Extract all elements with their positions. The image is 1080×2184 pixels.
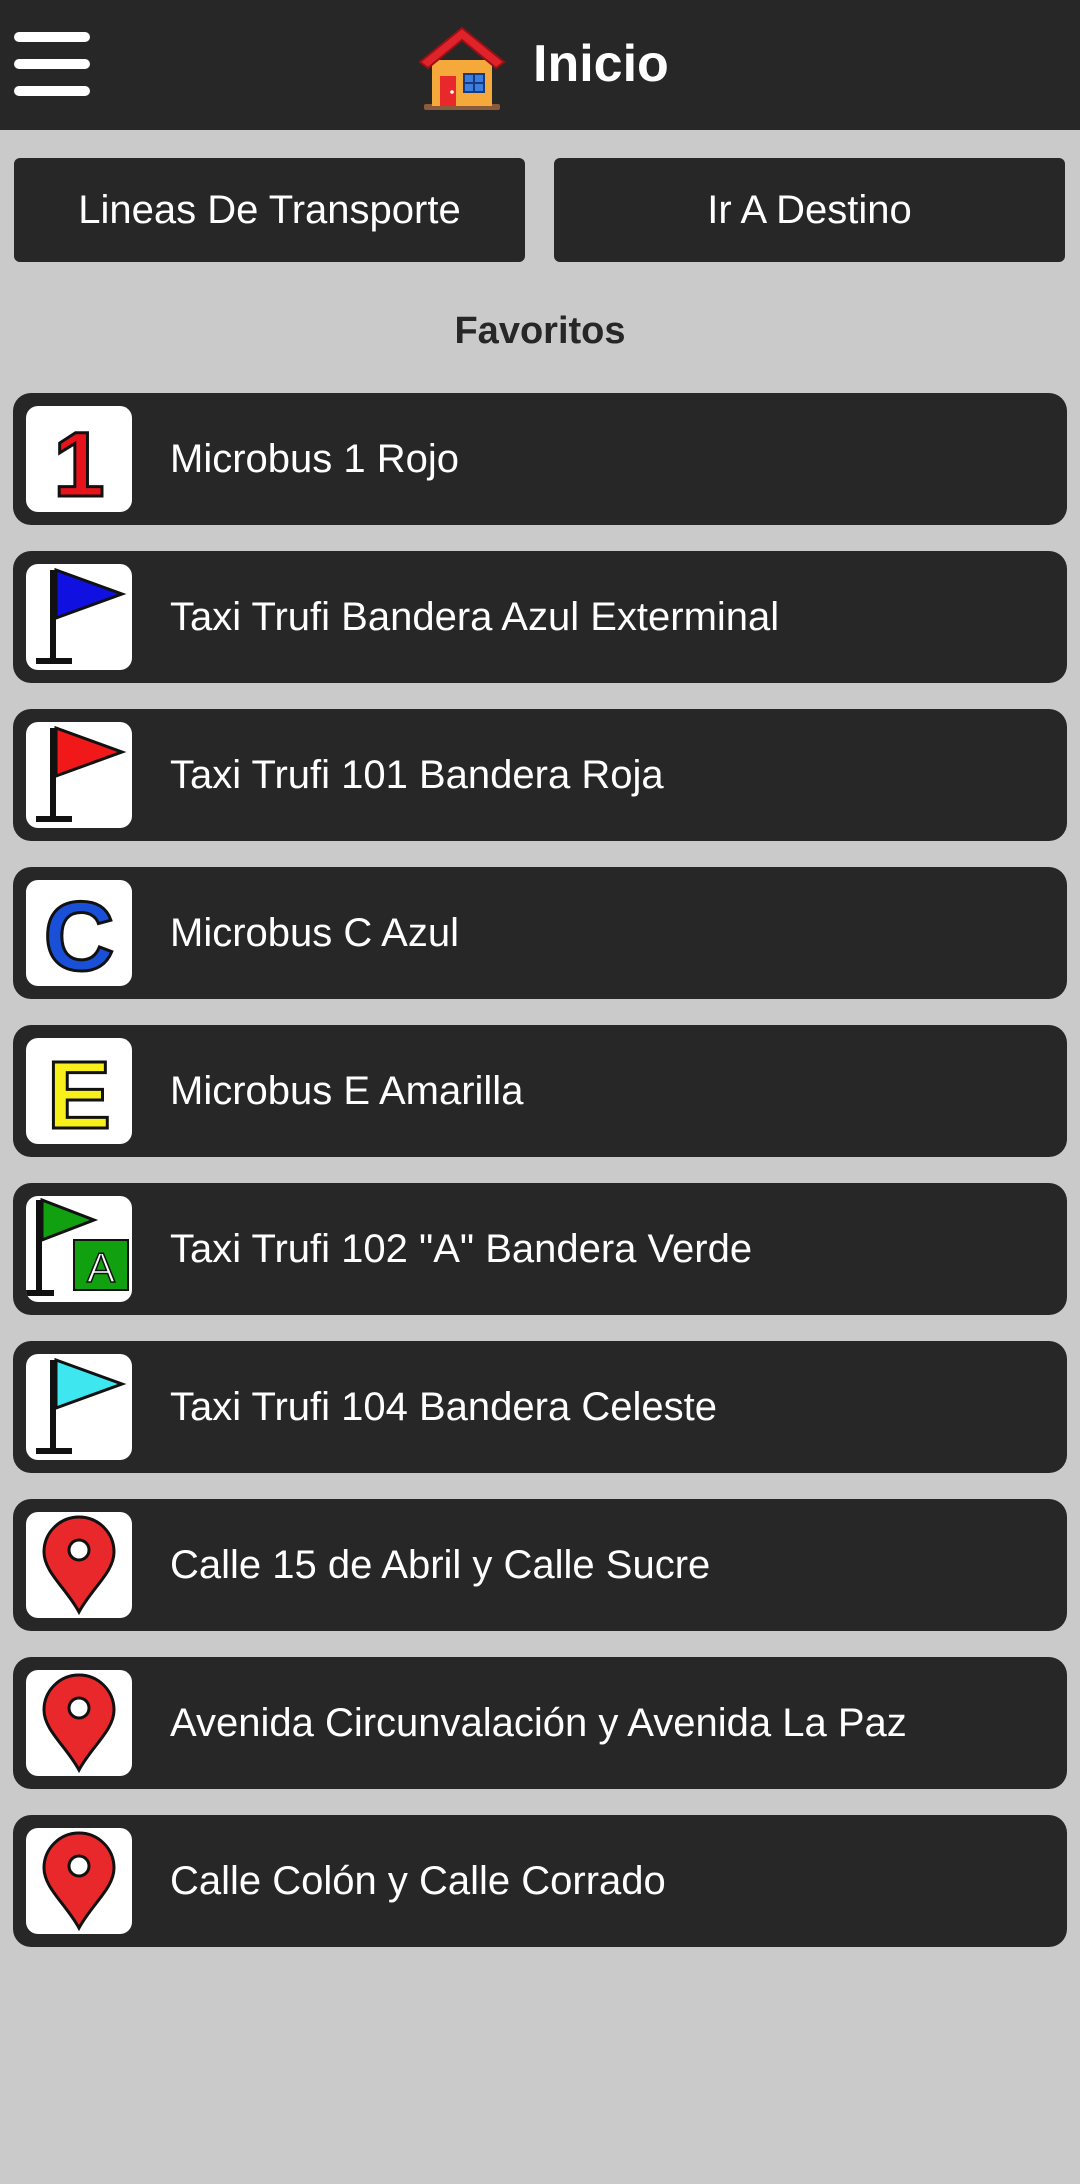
svg-text:A: A: [87, 1244, 115, 1291]
red-flag-icon: [26, 722, 132, 828]
list-item[interactable]: Avenida Circunvalación y Avenida La Paz: [13, 1657, 1067, 1789]
svg-text:E: E: [47, 1042, 111, 1144]
list-item-label: Taxi Trufi 102 "A" Bandera Verde: [170, 1227, 753, 1271]
list-item[interactable]: E Microbus E Amarilla: [13, 1025, 1067, 1157]
location-pin-icon: [26, 1512, 132, 1618]
list-item[interactable]: C Microbus C Azul: [13, 867, 1067, 999]
letter-c-blue-icon: C: [26, 880, 132, 986]
light-blue-flag-icon: [26, 1354, 132, 1460]
letter-e-yellow-icon: E: [26, 1038, 132, 1144]
list-item-label: Microbus C Azul: [170, 911, 459, 955]
svg-text:1: 1: [53, 414, 104, 512]
location-pin-icon: [26, 1670, 132, 1776]
list-item-label: Avenida Circunvalación y Avenida La Paz: [170, 1701, 907, 1745]
favorites-list: 1 Microbus 1 Rojo Taxi Trufi Bandera Azu…: [13, 393, 1067, 1973]
list-item[interactable]: A Taxi Trufi 102 "A" Bandera Verde: [13, 1183, 1067, 1315]
list-item-label: Calle 15 de Abril y Calle Sucre: [170, 1543, 711, 1587]
page-title: Inicio: [533, 35, 669, 93]
list-item-label: Microbus 1 Rojo: [170, 437, 460, 481]
list-item[interactable]: Calle 15 de Abril y Calle Sucre: [13, 1499, 1067, 1631]
transport-lines-button[interactable]: Lineas De Transporte: [14, 158, 525, 262]
list-item[interactable]: Taxi Trufi Bandera Azul Exterminal: [13, 551, 1067, 683]
location-pin-icon: [26, 1828, 132, 1934]
list-item[interactable]: 1 Microbus 1 Rojo: [13, 393, 1067, 525]
house-icon: [418, 26, 506, 110]
list-item[interactable]: Taxi Trufi 104 Bandera Celeste: [13, 1341, 1067, 1473]
number-1-red-icon: 1: [26, 406, 132, 512]
list-item[interactable]: Taxi Trufi 101 Bandera Roja: [13, 709, 1067, 841]
go-to-destination-button[interactable]: Ir A Destino: [554, 158, 1065, 262]
top-app-bar: Inicio: [0, 0, 1080, 130]
list-item-label: Taxi Trufi Bandera Azul Exterminal: [170, 595, 780, 639]
list-item-label: Calle Colón y Calle Corrado: [170, 1859, 666, 1903]
favorites-heading: Favoritos: [454, 310, 626, 352]
list-item[interactable]: Calle Colón y Calle Corrado: [13, 1815, 1067, 1947]
list-item-label: Taxi Trufi 104 Bandera Celeste: [170, 1385, 717, 1429]
list-item-label: Taxi Trufi 101 Bandera Roja: [170, 753, 664, 797]
list-item-label: Microbus E Amarilla: [170, 1069, 524, 1113]
hamburger-menu-icon[interactable]: [14, 32, 90, 96]
svg-text:C: C: [44, 881, 115, 986]
green-flag-a-icon: A: [26, 1196, 132, 1302]
blue-flag-icon: [26, 564, 132, 670]
